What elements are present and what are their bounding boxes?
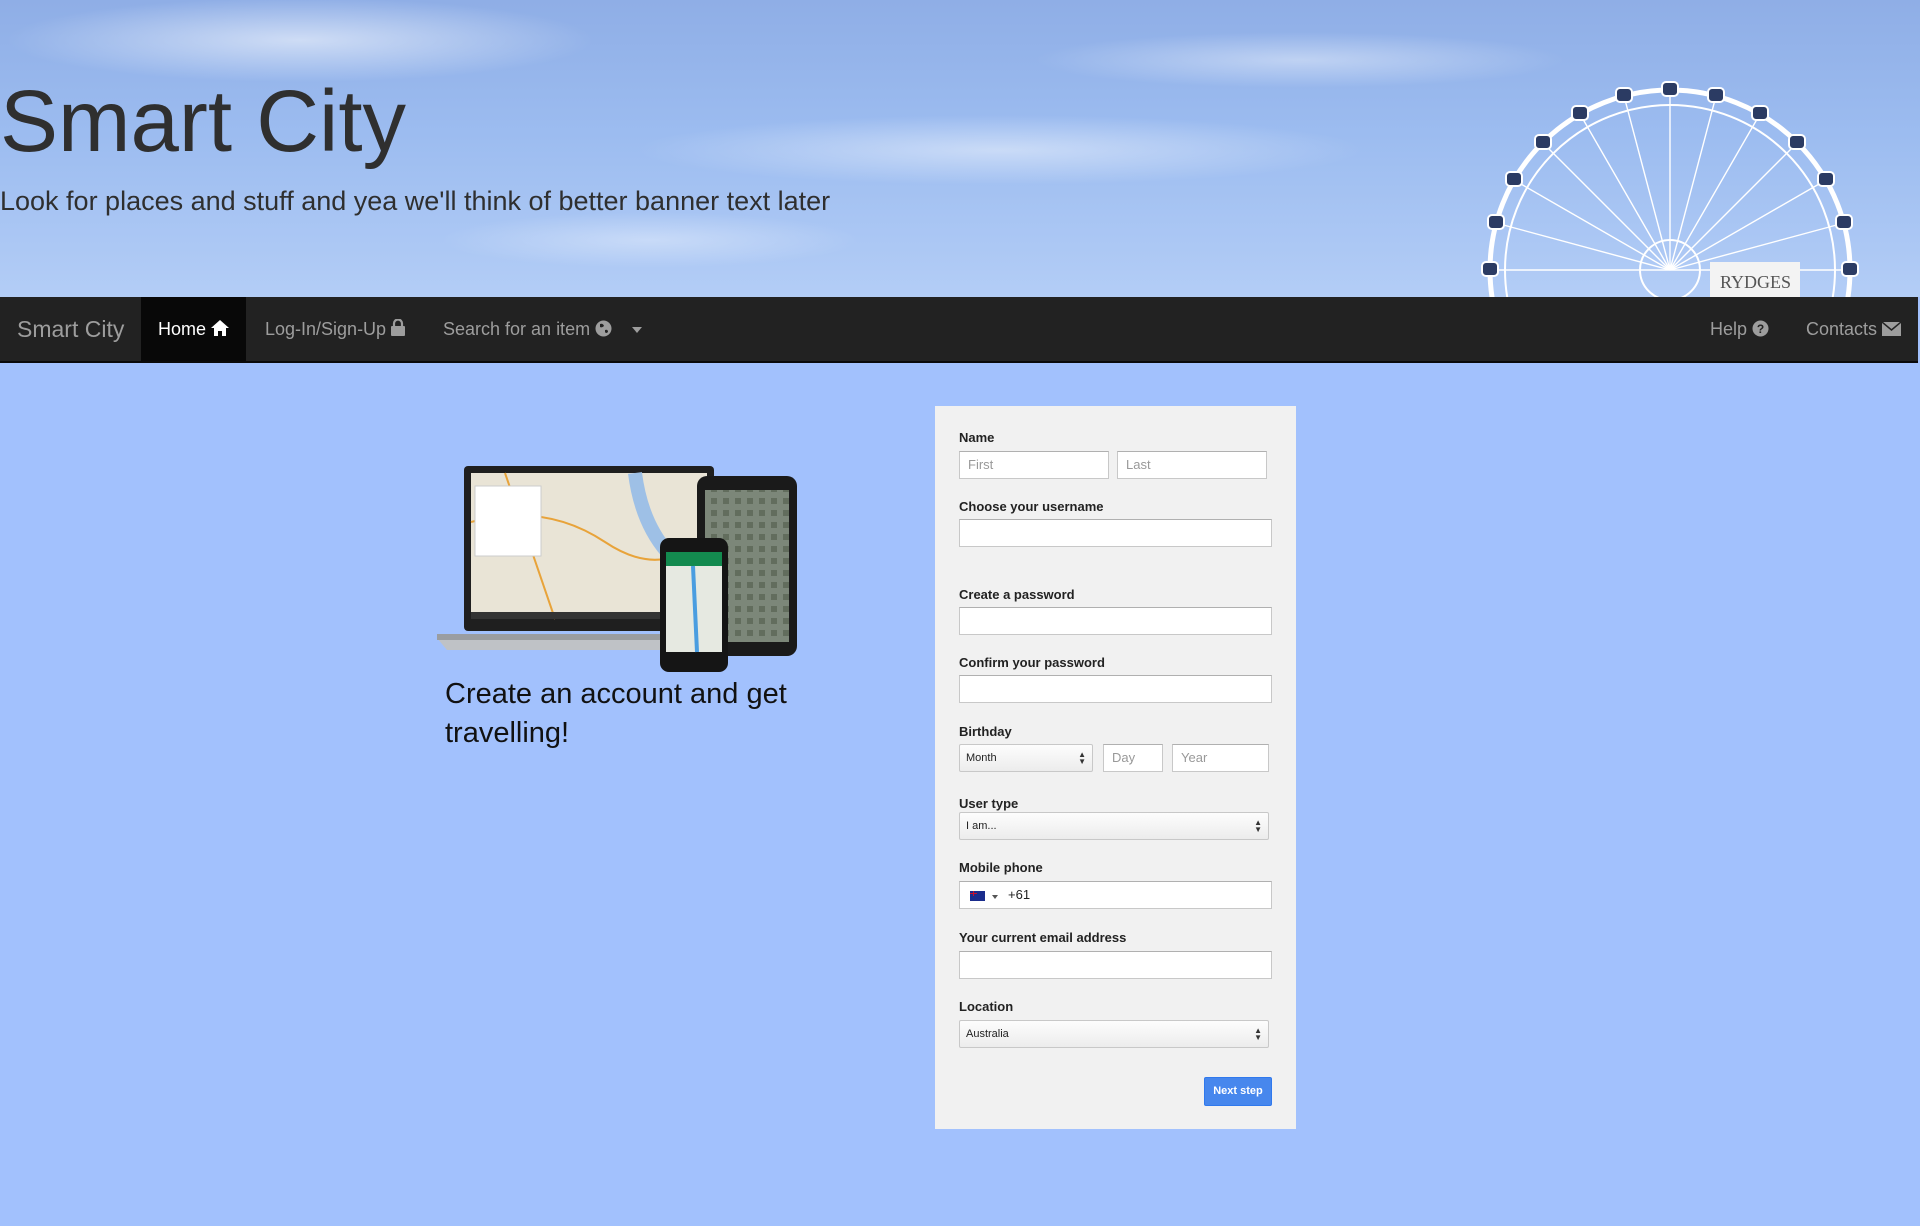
chevron-down-icon[interactable] [992, 895, 998, 899]
svg-text:?: ? [1757, 322, 1764, 336]
user-type-value: I am... [966, 820, 997, 832]
nav-home-label: Home [158, 319, 207, 339]
birth-day-input[interactable]: Day [1103, 744, 1163, 772]
email-input[interactable] [959, 951, 1272, 979]
question-circle-icon: ? [1752, 298, 1769, 362]
user-type-label: User type [959, 796, 1019, 811]
birth-month-select[interactable]: Month ▲ ▼ [959, 744, 1093, 772]
nav-login-signup[interactable]: Log-In/Sign-Up [265, 297, 406, 362]
first-name-input[interactable]: First [959, 451, 1109, 479]
promo-text: Create an account and get travelling! [445, 678, 787, 749]
phone-country-code: +61 [1008, 887, 1031, 902]
devices-map-image [437, 466, 797, 672]
nav-contacts-label: Contacts [1806, 319, 1878, 339]
banner-title: Smart City [0, 73, 407, 170]
name-label: Name [959, 430, 995, 445]
nav-search-dropdown[interactable]: Search for an item [443, 297, 643, 362]
email-label: Your current email address [959, 930, 1127, 945]
select-arrows-icon: ▲ ▼ [1078, 750, 1086, 766]
lock-icon [391, 298, 406, 362]
password-label: Create a password [959, 587, 1075, 602]
ferris-wheel-image: RYDGES [1481, 81, 1859, 297]
username-label: Choose your username [959, 499, 1104, 514]
nav-search-label: Search for an item [443, 319, 591, 339]
nav-contacts[interactable]: Contacts [1806, 297, 1902, 362]
header-banner: Smart City Look for places and stuff and… [0, 0, 1920, 297]
mobile-phone-input[interactable]: +61 [959, 881, 1272, 909]
envelope-icon [1881, 298, 1902, 362]
birthday-label: Birthday [959, 724, 1012, 739]
navbar: Smart City Home Log-In/Sign-Up Search fo… [0, 297, 1918, 363]
birth-year-input[interactable]: Year [1172, 744, 1269, 772]
location-value: Australia [966, 1028, 1009, 1040]
nav-help[interactable]: Help ? [1710, 297, 1769, 361]
user-type-select[interactable]: I am... ▲ ▼ [959, 812, 1269, 840]
select-arrows-icon: ▲ ▼ [1254, 1026, 1262, 1042]
mobile-phone-label: Mobile phone [959, 860, 1043, 875]
chevron-down-icon [632, 327, 643, 334]
confirm-password-label: Confirm your password [959, 655, 1105, 670]
next-step-button[interactable]: Next step [1204, 1077, 1272, 1106]
location-select[interactable]: Australia ▲ ▼ [959, 1020, 1269, 1048]
nav-help-label: Help [1710, 319, 1748, 339]
confirm-password-input[interactable] [959, 675, 1272, 703]
banner-subtitle: Look for places and stuff and yea we'll … [0, 186, 831, 216]
signup-form: Name First Last Choose your username Cre… [935, 406, 1296, 1129]
home-icon [211, 298, 230, 362]
globe-icon [595, 298, 612, 362]
username-input[interactable] [959, 519, 1272, 547]
australia-flag-icon[interactable] [970, 891, 985, 901]
ferris-sign-text: RYDGES [1720, 272, 1791, 292]
select-arrows-icon: ▲ ▼ [1254, 818, 1262, 834]
nav-login-label: Log-In/Sign-Up [265, 319, 387, 339]
last-name-input[interactable]: Last [1117, 451, 1267, 479]
navbar-brand[interactable]: Smart City [17, 297, 124, 361]
location-label: Location [959, 999, 1014, 1014]
password-input[interactable] [959, 607, 1272, 635]
birth-month-value: Month [966, 752, 997, 764]
nav-home[interactable]: Home [141, 297, 247, 362]
